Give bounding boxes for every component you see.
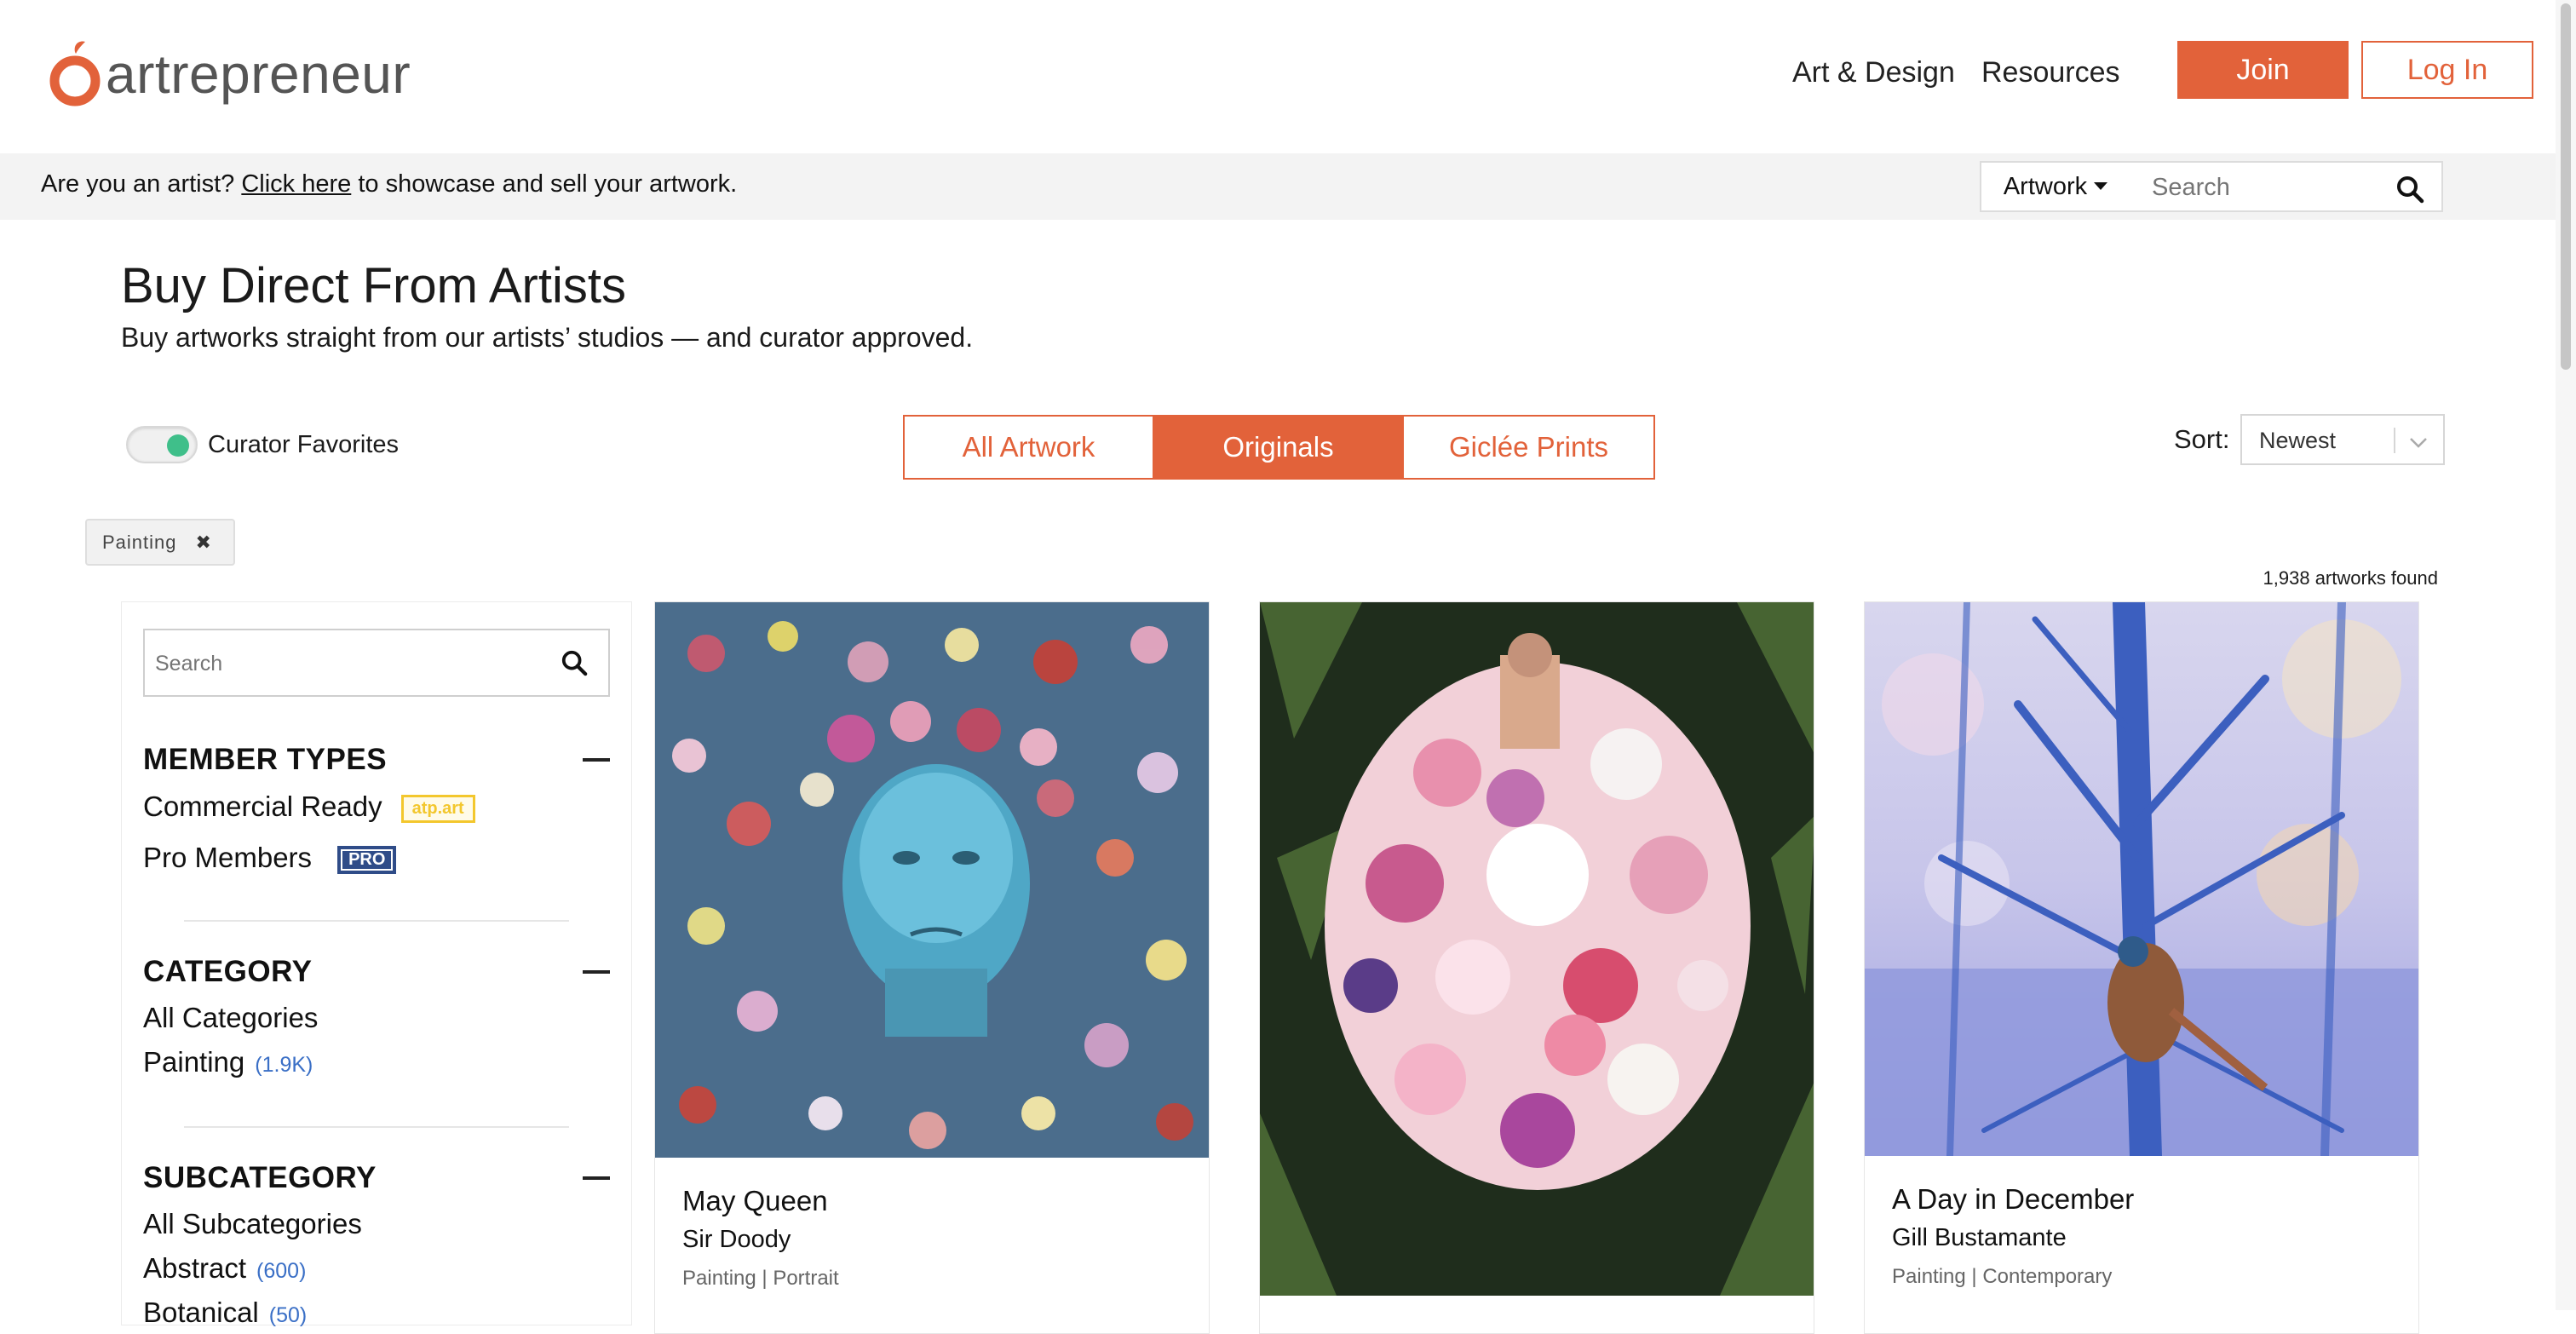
- filter-category-painting[interactable]: Painting (1.9K): [143, 1046, 313, 1078]
- collapse-subcategory-icon[interactable]: [583, 1176, 610, 1180]
- search-type-dropdown[interactable]: Artwork: [1980, 161, 2131, 212]
- promo-suffix: to showcase and sell your artwork.: [351, 170, 738, 198]
- artist-promo-text: Are you an artist? Click here to showcas…: [41, 170, 737, 198]
- tab-originals[interactable]: Originals: [1154, 417, 1404, 478]
- sort-value: Newest: [2259, 428, 2337, 453]
- site-search: [2130, 161, 2443, 212]
- site-search-input[interactable]: [2150, 173, 2380, 202]
- pro-badge: PRO: [337, 845, 397, 874]
- artwork-medium: Painting: [682, 1267, 756, 1290]
- nav-art-design[interactable]: Art & Design: [1792, 56, 1955, 89]
- artwork-style: Contemporary: [1982, 1265, 2113, 1288]
- orange-logo-icon: [49, 40, 101, 108]
- subcategory-heading: SUBCATEGORY: [143, 1161, 377, 1194]
- atp-art-badge: atp.art: [400, 794, 475, 823]
- filter-label: Commercial Ready: [143, 791, 382, 822]
- artwork-type-tabs: All Artwork Originals Giclée Prints: [903, 415, 1655, 480]
- filter-subcategory-botanical[interactable]: Botanical (50): [143, 1297, 307, 1329]
- artwork-thumbnail-floral-collage: [1260, 602, 1814, 1296]
- artwork-meta: Painting | Contemporary: [1892, 1265, 2113, 1288]
- sort-label: Sort:: [2174, 424, 2230, 454]
- click-here-link[interactable]: Click here: [241, 170, 351, 198]
- page-title: Buy Direct From Artists: [121, 258, 626, 313]
- caret-down-icon: [2094, 182, 2108, 190]
- artwork-medium: Painting: [1892, 1265, 1966, 1288]
- artwork-card[interactable]: May Queen Sir Doody Painting | Portrait: [654, 601, 1210, 1334]
- artwork-image[interactable]: [1865, 602, 2418, 1156]
- filter-count: (600): [256, 1259, 307, 1283]
- artwork-image[interactable]: [1260, 602, 1814, 1296]
- member-types-heading: MEMBER TYPES: [143, 743, 388, 776]
- nav-resources[interactable]: Resources: [1981, 56, 2120, 89]
- sort-separator: [2394, 428, 2395, 453]
- login-button[interactable]: Log In: [2361, 41, 2533, 99]
- filter-label: Pro Members: [143, 842, 313, 873]
- filter-all-categories[interactable]: All Categories: [143, 1002, 318, 1034]
- artwork-meta: Painting | Portrait: [682, 1267, 839, 1290]
- artwork-title[interactable]: May Queen: [682, 1185, 828, 1217]
- chevron-down-icon: [2410, 438, 2427, 448]
- join-button[interactable]: Join: [2177, 41, 2349, 99]
- curator-favorites-label: Curator Favorites: [208, 431, 400, 458]
- sidebar-search-input[interactable]: [153, 649, 545, 678]
- search-icon[interactable]: [2395, 175, 2424, 204]
- artwork-style: Portrait: [773, 1267, 839, 1290]
- collapse-member-types-icon[interactable]: [583, 758, 610, 762]
- filter-pro-members[interactable]: Pro Members PRO: [143, 842, 397, 874]
- page-subtitle: Buy artworks straight from our artists’ …: [121, 322, 974, 353]
- active-filter-chip: Painting ✖: [85, 519, 235, 566]
- filter-all-subcategories[interactable]: All Subcategories: [143, 1208, 362, 1240]
- promo-prefix: Are you an artist?: [41, 170, 242, 198]
- tab-giclee-prints[interactable]: Giclée Prints: [1404, 417, 1653, 478]
- sidebar-search: [143, 629, 610, 697]
- artwork-title[interactable]: A Day in December: [1892, 1183, 2134, 1216]
- curator-favorites-toggle[interactable]: [126, 426, 198, 463]
- section-divider: [184, 1126, 569, 1128]
- filter-label: Abstract: [143, 1252, 247, 1284]
- artist-name[interactable]: Gill Bustamante: [1892, 1224, 2067, 1252]
- collapse-category-icon[interactable]: [583, 970, 610, 974]
- category-heading: CATEGORY: [143, 955, 313, 988]
- toggle-knob: [167, 434, 189, 457]
- page-scrollbar-thumb[interactable]: [2561, 3, 2571, 370]
- filter-count: (50): [268, 1303, 308, 1327]
- filter-label: Painting: [143, 1046, 245, 1078]
- section-divider: [184, 920, 569, 922]
- remove-filter-icon[interactable]: ✖: [196, 532, 212, 554]
- filter-label: Botanical: [143, 1297, 259, 1328]
- search-type-value: Artwork: [2003, 172, 2088, 200]
- artist-name[interactable]: Sir Doody: [682, 1226, 791, 1254]
- artwork-card[interactable]: A Day in December Gill Bustamante Painti…: [1864, 601, 2419, 1334]
- brand-name: artrepreneur: [106, 43, 411, 105]
- brand-logo[interactable]: artrepreneur: [49, 39, 411, 109]
- artwork-card[interactable]: [1259, 601, 1814, 1334]
- results-count: 1,938 artworks found: [2263, 567, 2438, 589]
- tab-all-artwork[interactable]: All Artwork: [905, 417, 1154, 478]
- sort-select[interactable]: Newest: [2240, 414, 2445, 465]
- search-icon[interactable]: [561, 649, 588, 676]
- artwork-thumbnail-may-queen: [655, 602, 1209, 1158]
- filter-count: (1.9K): [255, 1053, 313, 1077]
- filter-commercial-ready[interactable]: Commercial Ready atp.art: [143, 791, 475, 823]
- artwork-image[interactable]: [655, 602, 1209, 1158]
- artwork-thumbnail-a-day-in-december: [1865, 602, 2418, 1156]
- chip-label: Painting: [102, 531, 177, 553]
- filter-subcategory-abstract[interactable]: Abstract (600): [143, 1252, 306, 1285]
